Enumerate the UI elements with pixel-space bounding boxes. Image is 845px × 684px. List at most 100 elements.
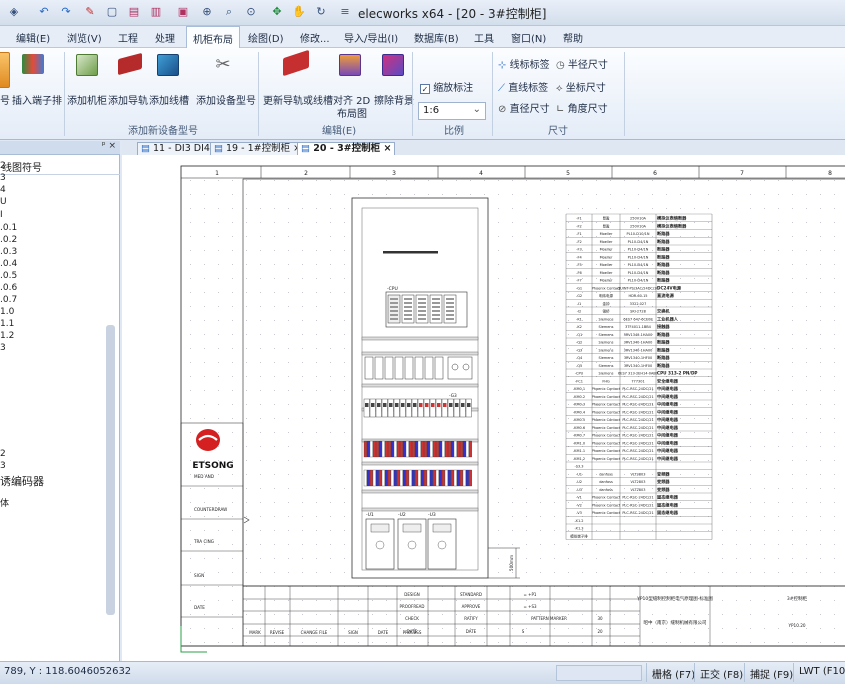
zoom-fit-icon[interactable]: ⊕ <box>199 4 215 20</box>
terminal-strip-icon[interactable] <box>22 54 44 74</box>
erase-bg-button[interactable]: 擦除背景 <box>374 92 414 107</box>
tree-item[interactable]: 3 <box>0 343 6 353</box>
grid-dot <box>204 516 205 517</box>
menu-item[interactable]: 窗口(N) <box>511 30 546 45</box>
update-rail-button[interactable]: 更新导轨或线槽 <box>263 92 333 107</box>
grid-dot <box>274 516 275 517</box>
status-toggle[interactable]: LWT (F10) <box>793 663 845 682</box>
grid-dot <box>750 628 751 629</box>
doc-tab[interactable]: ▤ 20 - 3#控制柜 × <box>297 142 396 155</box>
menu-item[interactable]: 工具 <box>474 30 494 45</box>
line-label-button[interactable]: ⊹ 线标标签 <box>498 56 550 71</box>
tree-item[interactable]: 2 <box>0 449 6 459</box>
tree-item[interactable]: 1.1 <box>0 319 14 329</box>
pan-icon[interactable]: ✥ <box>269 4 285 20</box>
grid-dot <box>834 362 835 363</box>
menu-item[interactable]: 处理 <box>155 30 175 45</box>
tree-item[interactable]: 1.2 <box>0 331 14 341</box>
grid-dot <box>358 180 359 181</box>
status-toggle[interactable]: 栅格 (F7) <box>646 663 700 682</box>
tree-item[interactable]: .0.6 <box>0 283 17 293</box>
radius-dim-button[interactable]: ◷ 半径尺寸 <box>556 56 608 71</box>
panel-scrollbar[interactable] <box>106 325 115 615</box>
tree-item[interactable]: 1.0 <box>0 307 14 317</box>
bom-cell: 中间继电器 <box>657 408 679 415</box>
tree-item[interactable]: 3 <box>0 173 6 183</box>
menu-item[interactable]: 帮助 <box>563 30 583 45</box>
drawing-canvas[interactable]: 1 2 3 4 5 6 7 8 ETSONG MED AND COUNTERDRAW TRA CING… <box>122 155 845 661</box>
grid-dot <box>694 502 695 503</box>
grid-dot <box>652 572 653 573</box>
new-doc-icon[interactable]: ▢ <box>104 4 120 20</box>
print-icon[interactable]: ▣ <box>175 4 191 20</box>
linear-label-button[interactable]: ⟋ 直线标签 <box>498 79 548 94</box>
tree-item[interactable]: 2 <box>0 161 6 171</box>
hand-icon[interactable]: ✋ <box>291 4 307 20</box>
insert-terminal-button[interactable]: 插入端子排 <box>12 92 62 107</box>
update-rail-icon[interactable] <box>283 49 309 77</box>
status-toggle[interactable]: 正交 (F8) <box>694 663 748 682</box>
redo-icon[interactable]: ↷ <box>58 4 74 20</box>
zoom-in-icon[interactable]: ⊙ <box>243 4 259 20</box>
scale-note-checkbox[interactable]: ✓ 缩放标注 <box>420 79 473 94</box>
tree-item[interactable]: I <box>0 210 3 220</box>
grid-dot <box>806 446 807 447</box>
breaker-toggle <box>455 403 459 407</box>
tree-item[interactable]: U <box>0 197 7 207</box>
grid-dot <box>582 264 583 265</box>
insert-symbol-icon[interactable] <box>0 52 10 88</box>
grid-dot <box>512 404 513 405</box>
zoom-window-icon[interactable]: ⌕ <box>221 4 237 20</box>
tree-item[interactable]: .0.3 <box>0 247 17 257</box>
close-icon[interactable]: × <box>383 143 391 154</box>
duct-icon[interactable] <box>157 54 179 76</box>
app-menu-icon[interactable]: ◈ <box>6 4 22 20</box>
tree-item[interactable]: 3 <box>0 461 6 471</box>
grid-dot <box>582 292 583 293</box>
draw-line-icon[interactable]: ✎ <box>82 4 98 20</box>
status-toggle[interactable]: 捕捉 (F9) <box>744 663 798 682</box>
plc-module-detail <box>404 306 412 308</box>
tree-item[interactable]: 4 <box>0 185 6 195</box>
grid-dot <box>484 642 485 643</box>
terminal <box>444 440 448 458</box>
tree-item[interactable]: .0.4 <box>0 259 17 269</box>
menu-item[interactable]: 工程 <box>118 30 138 45</box>
rail-icon[interactable] <box>118 52 142 76</box>
erase-bg-icon[interactable] <box>382 54 404 76</box>
open-doc-icon[interactable]: ▤ <box>126 4 142 20</box>
tree-item[interactable]: .0.7 <box>0 295 17 305</box>
scale-select[interactable]: 1:6 ⌄ <box>418 102 486 120</box>
add-cabinet-button[interactable]: 添加机柜 <box>67 92 107 107</box>
panel-pin-close[interactable]: ᵖ × <box>102 141 116 151</box>
tree-item[interactable]: .0.1 <box>0 223 17 233</box>
diameter-dim-button[interactable]: ⊘ 直径尺寸 <box>498 100 550 115</box>
menu-item[interactable]: 编辑(E) <box>16 30 50 45</box>
tree-item[interactable]: 体 <box>0 496 9 509</box>
panel-tab-symbols[interactable]: 线图符号 <box>0 156 120 175</box>
coord-dim-button[interactable]: ⟡ 坐标尺寸 <box>556 79 606 94</box>
menu-item[interactable]: 绘图(D) <box>248 30 284 45</box>
cabinet-icon[interactable] <box>76 54 98 76</box>
menu-item[interactable]: 浏览(V) <box>67 30 102 45</box>
drawing-svg[interactable]: 1 2 3 4 5 6 7 8ETSONGMED ANDCOUNTERDRAWTRA CING… <box>122 155 845 661</box>
tree-item[interactable]: .0.2 <box>0 235 17 245</box>
refresh-icon[interactable]: ↻ <box>313 4 329 20</box>
menu-item[interactable]: 数据库(B) <box>414 30 459 45</box>
save-doc-icon[interactable]: ▥ <box>148 4 164 20</box>
menu-item[interactable]: 导入/导出(I) <box>344 30 398 45</box>
align-2d-icon[interactable] <box>339 54 361 76</box>
menu-item[interactable]: 修改... <box>300 30 330 45</box>
tree-item[interactable]: 诱编码器 <box>0 473 44 489</box>
add-rail-button[interactable]: 添加导轨 <box>108 92 148 107</box>
customize-toolbar-icon[interactable]: ≡ <box>337 4 353 20</box>
tools-icon[interactable]: ✂ <box>212 54 234 76</box>
add-duct-button[interactable]: 添加线槽 <box>149 92 189 107</box>
add-device-type-button[interactable]: 添加设备型号 <box>196 92 256 107</box>
grid-dot <box>554 460 555 461</box>
angle-dim-button[interactable]: ∟ 角度尺寸 <box>556 100 608 115</box>
menu-item[interactable]: 机柜布局 <box>186 26 240 48</box>
tree-item[interactable]: .0.5 <box>0 271 17 281</box>
doc-tab[interactable]: ▤ 19 - 1#控制柜 × <box>210 142 306 155</box>
undo-icon[interactable]: ↶ <box>36 4 52 20</box>
